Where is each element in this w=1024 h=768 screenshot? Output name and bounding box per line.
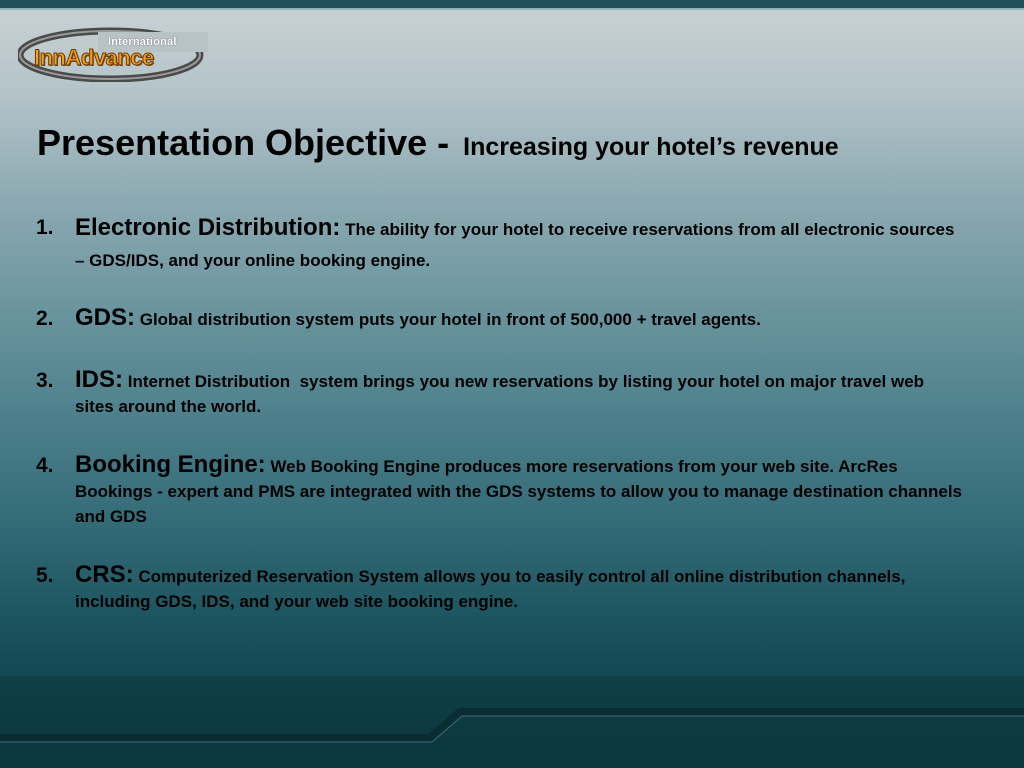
list-item-body: CRS: Computerized Reservation System all… [75,562,966,614]
slide-title: Presentation Objective - Increasing your … [37,122,997,164]
top-band [0,0,1024,10]
list-item: 5. CRS: Computerized Reservation System … [36,562,966,614]
list-item: 1. Electronic Distribution: The ability … [36,212,966,276]
bottom-band [0,676,1024,768]
list-item: 2. GDS: Global distribution system puts … [36,305,966,332]
list-item-body: Booking Engine: Web Booking Engine produ… [75,452,966,529]
list-item-term: Electronic Distribution: [75,214,341,241]
list-item-body: IDS: Internet Distribution system brings… [75,367,966,419]
list-item-text: Global distribution system puts your hot… [135,310,761,329]
list-item-body: GDS: Global distribution system puts you… [75,305,966,332]
list-item-number: 4. [36,454,54,477]
list-item-number: 5. [36,564,54,587]
list-item-term: CRS: [75,561,134,588]
list-item-term: Booking Engine: [75,451,266,478]
title-subtitle: Increasing your hotel’s revenue [463,133,839,161]
list-item-term: GDS: [75,304,135,331]
list-item: 3. IDS: Internet Distribution system bri… [36,367,966,419]
decorative-line-icon [0,708,1024,743]
logo-big-text: InnAdvance [34,45,155,71]
title-main: Presentation Objective - [37,122,450,163]
list-item-text: Internet Distribution system brings you … [75,372,929,416]
list-item-number: 1. [36,216,54,239]
list-item-term: IDS: [75,366,123,393]
list-item-body: Electronic Distribution: The ability for… [75,212,966,276]
list-item-number: 3. [36,369,54,392]
list-item: 4. Booking Engine: Web Booking Engine pr… [36,452,966,529]
list-item-text: Computerized Reservation System allows y… [75,567,906,611]
list-item-number: 2. [36,307,54,330]
